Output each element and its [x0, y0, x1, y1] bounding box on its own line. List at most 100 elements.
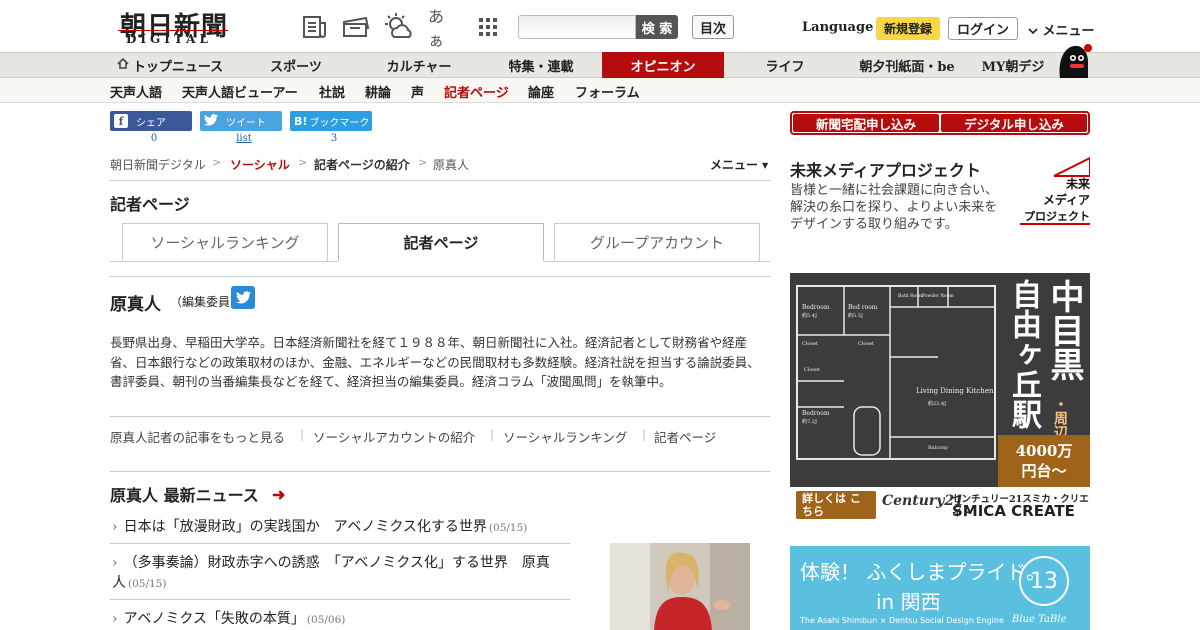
- news-date: (05/15): [488, 522, 528, 534]
- coupon-icon[interactable]: [341, 12, 371, 42]
- subnav-ronza[interactable]: 論座: [528, 82, 554, 101]
- tab-group-account[interactable]: グループアカウント: [554, 223, 760, 261]
- search-input[interactable]: [518, 15, 636, 39]
- subnav-forum[interactable]: フォーラム: [575, 82, 640, 101]
- subnav-voice[interactable]: 声: [411, 82, 424, 101]
- breadcrumb-menu[interactable]: メニュー ▾: [710, 156, 768, 173]
- breadcrumb-home[interactable]: 朝日新聞デジタル: [110, 156, 206, 173]
- language-link[interactable]: Language: [802, 20, 873, 35]
- nav-item-features[interactable]: 特集・連載: [480, 52, 602, 78]
- mirai-media-logo[interactable]: 未来 メディア プロジェクト: [1020, 156, 1091, 226]
- divider: [110, 180, 770, 181]
- nav-item-sports[interactable]: スポーツ: [236, 52, 356, 78]
- ad-line1: 体験！ ふくしまプライド。: [800, 560, 1046, 584]
- hatena-count: 3: [330, 133, 338, 144]
- divider: [110, 276, 770, 277]
- realestate-ad[interactable]: Bedroom 約5.4J Bed room 約5.5J Bath Room P…: [790, 273, 1090, 523]
- facebook-share-button[interactable]: f シェア: [110, 111, 192, 131]
- mirai-logo-line3: プロジェクト: [1024, 209, 1090, 223]
- subnav-tenseijingo[interactable]: 天声人語: [110, 82, 162, 101]
- mascot-icon[interactable]: [1054, 42, 1092, 78]
- breadcrumb-current: 原真人: [433, 158, 470, 172]
- subnav-editorial[interactable]: 社説: [319, 82, 345, 101]
- latest-news-heading[interactable]: 原真人 最新ニュース: [110, 482, 259, 506]
- room-size: 約7.2J: [802, 418, 817, 425]
- mirai-logo-line2: メディア: [1043, 192, 1090, 207]
- breadcrumb-social[interactable]: ソーシャル: [230, 156, 290, 173]
- hatena-bookmark-button[interactable]: B! ブックマーク: [290, 111, 372, 131]
- ad-detail-button[interactable]: 詳しくは こちら: [796, 491, 876, 519]
- room-label: Powder Room: [922, 293, 954, 299]
- more-articles-link[interactable]: 原真人記者の記事をもっと見る: [110, 427, 285, 446]
- site-logo-sub[interactable]: DIGITAL: [126, 32, 212, 46]
- room-label: Closet: [804, 367, 820, 373]
- ad-headline-c: ・周辺: [1052, 397, 1068, 439]
- news-photo[interactable]: [610, 543, 750, 630]
- digital-subscribe-button[interactable]: デジタル申し込み: [941, 114, 1087, 132]
- search-button[interactable]: 検 索: [636, 15, 678, 39]
- social-ranking-link[interactable]: ソーシャルランキング: [503, 427, 627, 446]
- ad-line2: in 関西: [876, 590, 941, 614]
- login-button[interactable]: ログイン: [948, 17, 1018, 40]
- room-label: Bath Room: [898, 293, 924, 299]
- room-label: Bedroom: [802, 304, 830, 311]
- reporter-page-link[interactable]: 記者ページ: [654, 427, 716, 446]
- fukushima-ad[interactable]: 体験！ ふくしまプライド。 in 関西 The Asahi Shimbun × …: [790, 546, 1090, 630]
- toc-button[interactable]: 目次: [692, 15, 734, 39]
- bookmark-label: ブックマーク: [309, 117, 370, 129]
- reporter-bio: 長野県出身、早稲田大学卒。日本経済新聞社を経て１９８８年、朝日新聞社に入社。経済…: [110, 335, 760, 389]
- room-label: Living Dining Kitchen: [916, 387, 994, 395]
- news-item[interactable]: › （多事奏論）財政赤字への誘惑 「アベノミクス化」する世界 原真人 (05/15): [112, 553, 552, 594]
- tab-reporter-page[interactable]: 記者ページ: [338, 223, 544, 261]
- tab-social-ranking[interactable]: ソーシャルランキング: [122, 223, 328, 261]
- menu-button[interactable]: メニュー: [1028, 20, 1095, 39]
- room-size: 約5.5J: [848, 312, 863, 319]
- bluetable-logo: Blue TaBle: [1012, 614, 1067, 625]
- nav-item-paper[interactable]: 朝夕刊紙面・be: [846, 52, 968, 78]
- nav-item-life[interactable]: ライフ: [724, 52, 846, 78]
- arrow-right-icon[interactable]: ➜: [272, 485, 285, 504]
- room-size: 約5.4J: [802, 312, 817, 319]
- news-item[interactable]: › アベノミクス「失敗の本質」 (05/06): [112, 609, 345, 630]
- twitter-list-link[interactable]: list: [224, 133, 264, 144]
- subnav-koron[interactable]: 耕論: [365, 82, 391, 101]
- nav-item-top-news[interactable]: トップニュース: [110, 52, 230, 78]
- twitter-share-button[interactable]: ツイート: [200, 111, 282, 131]
- facebook-icon: f: [114, 114, 128, 128]
- newspaper-subscribe-button[interactable]: 新聞宅配申し込み: [793, 114, 939, 132]
- social-accounts-link[interactable]: ソーシャルアカウントの紹介: [313, 427, 475, 446]
- news-item[interactable]: › 日本は「放漫財政」の実践国か アベノミクス化する世界 (05/15): [112, 517, 527, 538]
- room-size: 約22.4J: [928, 400, 946, 407]
- weather-icon[interactable]: [384, 12, 414, 42]
- nav-label: トップニュース: [132, 59, 224, 75]
- ad-price-b: 円台〜: [1021, 462, 1067, 480]
- nav-item-my-asadigi[interactable]: MY朝デジ: [968, 52, 1058, 78]
- news-date: (05/15): [128, 578, 167, 590]
- mirai-media-title[interactable]: 未来メディアプロジェクト: [790, 157, 981, 181]
- subnav-tenseijingo-viewer[interactable]: 天声人語ビューアー: [182, 82, 298, 101]
- ad-price: 4000万 円台〜: [998, 435, 1090, 487]
- twitter-follow-icon[interactable]: [231, 286, 255, 309]
- news-title[interactable]: アベノミクス「失敗の本質」: [124, 611, 305, 627]
- news-title[interactable]: （多事奏論）財政赤字への誘惑 「アベノミクス化」する世界 原真人: [112, 555, 550, 591]
- room-label: Closet: [858, 341, 874, 347]
- grid-menu-icon[interactable]: [473, 12, 503, 42]
- nav-item-culture[interactable]: カルチャー: [358, 52, 480, 78]
- badge-icon: 13: [1019, 556, 1069, 606]
- newspaper-icon[interactable]: [300, 12, 330, 42]
- room-label: Bedroom: [802, 410, 830, 417]
- floor-plan: Bedroom 約5.4J Bed room 約5.5J Bath Room P…: [796, 285, 996, 460]
- font-size-icon[interactable]: あぁ: [428, 7, 458, 50]
- divider: [110, 599, 570, 600]
- breadcrumb-reporter-intro[interactable]: 記者ページの紹介: [314, 156, 410, 173]
- nav-item-opinion[interactable]: オピニオン: [602, 52, 724, 78]
- ad-headline-b: 自由ヶ丘駅: [1006, 279, 1041, 429]
- facebook-count: 0: [150, 133, 158, 144]
- tab-baseline: [110, 261, 338, 262]
- subnav-reporter-page[interactable]: 記者ページ: [444, 82, 509, 101]
- ad-headline-a: 中目黒: [1044, 279, 1084, 381]
- twitter-icon: [204, 113, 218, 129]
- news-title[interactable]: 日本は「放漫財政」の実践国か アベノミクス化する世界: [124, 519, 487, 535]
- register-button[interactable]: 新規登録: [876, 17, 940, 40]
- section-title: 記者ページ: [110, 195, 190, 214]
